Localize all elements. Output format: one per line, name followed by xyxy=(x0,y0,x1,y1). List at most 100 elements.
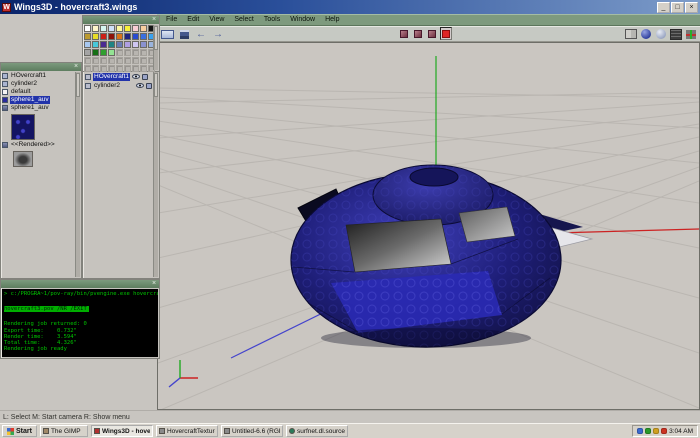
palette-empty-cell[interactable] xyxy=(140,57,147,64)
face-mode-icon[interactable] xyxy=(426,27,438,40)
palette-empty-cell[interactable] xyxy=(116,57,123,64)
palette-empty-cell[interactable] xyxy=(132,65,139,72)
outliner-item[interactable]: sphere1_auv xyxy=(2,96,74,104)
window-titlebar[interactable]: W Wings3D - hovercraft3.wings _ □ × xyxy=(0,0,700,14)
wireframe-view-icon[interactable] xyxy=(669,28,682,40)
palette-swatch[interactable] xyxy=(124,33,131,40)
eye-icon[interactable] xyxy=(132,74,140,79)
palette-swatch[interactable] xyxy=(108,25,115,32)
edge-mode-icon[interactable] xyxy=(412,27,424,40)
palette-empty-cell[interactable] xyxy=(84,65,91,72)
outliner-item[interactable]: cylinder2 xyxy=(2,80,74,88)
palette-swatch[interactable] xyxy=(140,41,147,48)
lock-icon[interactable] xyxy=(146,83,152,89)
palette-swatch[interactable] xyxy=(100,41,107,48)
palette-swatch[interactable] xyxy=(132,33,139,40)
palette-empty-cell[interactable] xyxy=(92,65,99,72)
palette-empty-cell[interactable] xyxy=(108,57,115,64)
palette-empty-cell[interactable] xyxy=(92,57,99,64)
shaded-view-icon[interactable] xyxy=(639,28,652,40)
redo-icon[interactable] xyxy=(211,28,225,40)
close-icon[interactable]: × xyxy=(150,17,158,24)
palette-swatch[interactable] xyxy=(100,49,107,56)
open-icon[interactable] xyxy=(160,28,174,40)
close-icon[interactable]: × xyxy=(150,281,158,288)
palette-empty-cell[interactable] xyxy=(132,57,139,64)
palette-swatch[interactable] xyxy=(100,25,107,32)
outliner-scrollbar[interactable] xyxy=(75,72,80,277)
palette-empty-cell[interactable] xyxy=(124,49,131,56)
body-mode-icon[interactable] xyxy=(440,27,452,40)
palette-empty-cell[interactable] xyxy=(140,49,147,56)
geometry-graph-scrollbar[interactable] xyxy=(153,72,158,277)
palette-swatch[interactable] xyxy=(108,33,115,40)
start-button[interactable]: Start xyxy=(2,425,37,437)
eye-icon[interactable] xyxy=(136,83,144,88)
taskbar-button[interactable]: Untitled-6.6 (RGB, 1 lay... xyxy=(221,425,283,437)
palette-swatch[interactable] xyxy=(84,25,91,32)
maximize-button[interactable]: □ xyxy=(671,2,684,13)
palette-swatch[interactable] xyxy=(84,33,91,40)
palette-empty-cell[interactable] xyxy=(100,65,107,72)
outliner-item[interactable]: default xyxy=(2,88,74,96)
palette-swatch[interactable] xyxy=(84,49,91,56)
workspace-view-icon[interactable] xyxy=(624,28,637,40)
palette-window-header[interactable]: × xyxy=(83,16,159,24)
menu-item-edit[interactable]: Edit xyxy=(182,14,204,25)
close-icon[interactable]: × xyxy=(72,64,80,71)
taskbar-button[interactable]: HovercraftTexture.xcf-2... xyxy=(156,425,218,437)
palette-empty-cell[interactable] xyxy=(116,49,123,56)
tray-icon-1[interactable] xyxy=(637,428,643,434)
console-window-header[interactable]: × xyxy=(1,280,159,288)
palette-swatch[interactable] xyxy=(100,33,107,40)
tray-icon-3[interactable] xyxy=(653,428,659,434)
palette-empty-cell[interactable] xyxy=(84,57,91,64)
taskbar-button[interactable]: Wings3D - hovercraf... xyxy=(91,425,153,437)
geometry-graph-item[interactable]: HOvercraft1 xyxy=(84,72,152,81)
palette-empty-cell[interactable] xyxy=(116,65,123,72)
palette-swatch[interactable] xyxy=(116,33,123,40)
palette-swatch[interactable] xyxy=(140,25,147,32)
tray-icon-2[interactable] xyxy=(645,428,651,434)
outliner-item[interactable]: sphere1_auv xyxy=(2,104,74,112)
geometry-graph-item[interactable]: cylinder2 xyxy=(84,81,152,90)
palette-swatch[interactable] xyxy=(108,49,115,56)
menu-item-help[interactable]: Help xyxy=(320,14,344,25)
palette-empty-cell[interactable] xyxy=(108,65,115,72)
palette-swatch[interactable] xyxy=(116,25,123,32)
save-icon[interactable] xyxy=(177,28,191,40)
outliner-item[interactable]: <<Rendered>> xyxy=(2,141,74,149)
viewport-canvas[interactable] xyxy=(158,43,699,409)
rendered-thumbnail[interactable] xyxy=(13,151,33,167)
palette-swatch[interactable] xyxy=(140,33,147,40)
menu-item-tools[interactable]: Tools xyxy=(259,14,285,25)
palette-empty-cell[interactable] xyxy=(132,49,139,56)
palette-empty-cell[interactable] xyxy=(140,65,147,72)
palette-swatch[interactable] xyxy=(92,41,99,48)
taskbar-button[interactable]: The GIMP xyxy=(40,425,88,437)
menu-item-view[interactable]: View xyxy=(204,14,229,25)
undo-icon[interactable] xyxy=(194,28,208,40)
taskbar-button[interactable]: surfnet.dl.sourceforge.n... xyxy=(286,425,348,437)
smooth-view-icon[interactable] xyxy=(654,28,667,40)
palette-swatch[interactable] xyxy=(124,41,131,48)
palette-empty-cell[interactable] xyxy=(124,65,131,72)
menu-item-file[interactable]: File xyxy=(161,14,182,25)
outliner-item[interactable]: HOvercraft1 xyxy=(2,72,74,80)
texture-thumbnail[interactable] xyxy=(11,114,35,140)
palette-swatch[interactable] xyxy=(92,25,99,32)
close-button[interactable]: × xyxy=(685,2,698,13)
palette-swatch[interactable] xyxy=(92,33,99,40)
minimize-button[interactable]: _ xyxy=(657,2,670,13)
tray-icon-4[interactable] xyxy=(661,428,667,434)
palette-scrollbar[interactable] xyxy=(153,25,158,70)
palette-swatch[interactable] xyxy=(108,41,115,48)
palette-empty-cell[interactable] xyxy=(124,57,131,64)
axes-view-icon[interactable] xyxy=(684,28,697,40)
palette-swatch[interactable] xyxy=(132,41,139,48)
palette-empty-cell[interactable] xyxy=(100,57,107,64)
vertex-mode-icon[interactable] xyxy=(398,27,410,40)
viewport-3d[interactable] xyxy=(157,42,700,410)
palette-swatch[interactable] xyxy=(124,25,131,32)
lock-icon[interactable] xyxy=(142,74,148,80)
